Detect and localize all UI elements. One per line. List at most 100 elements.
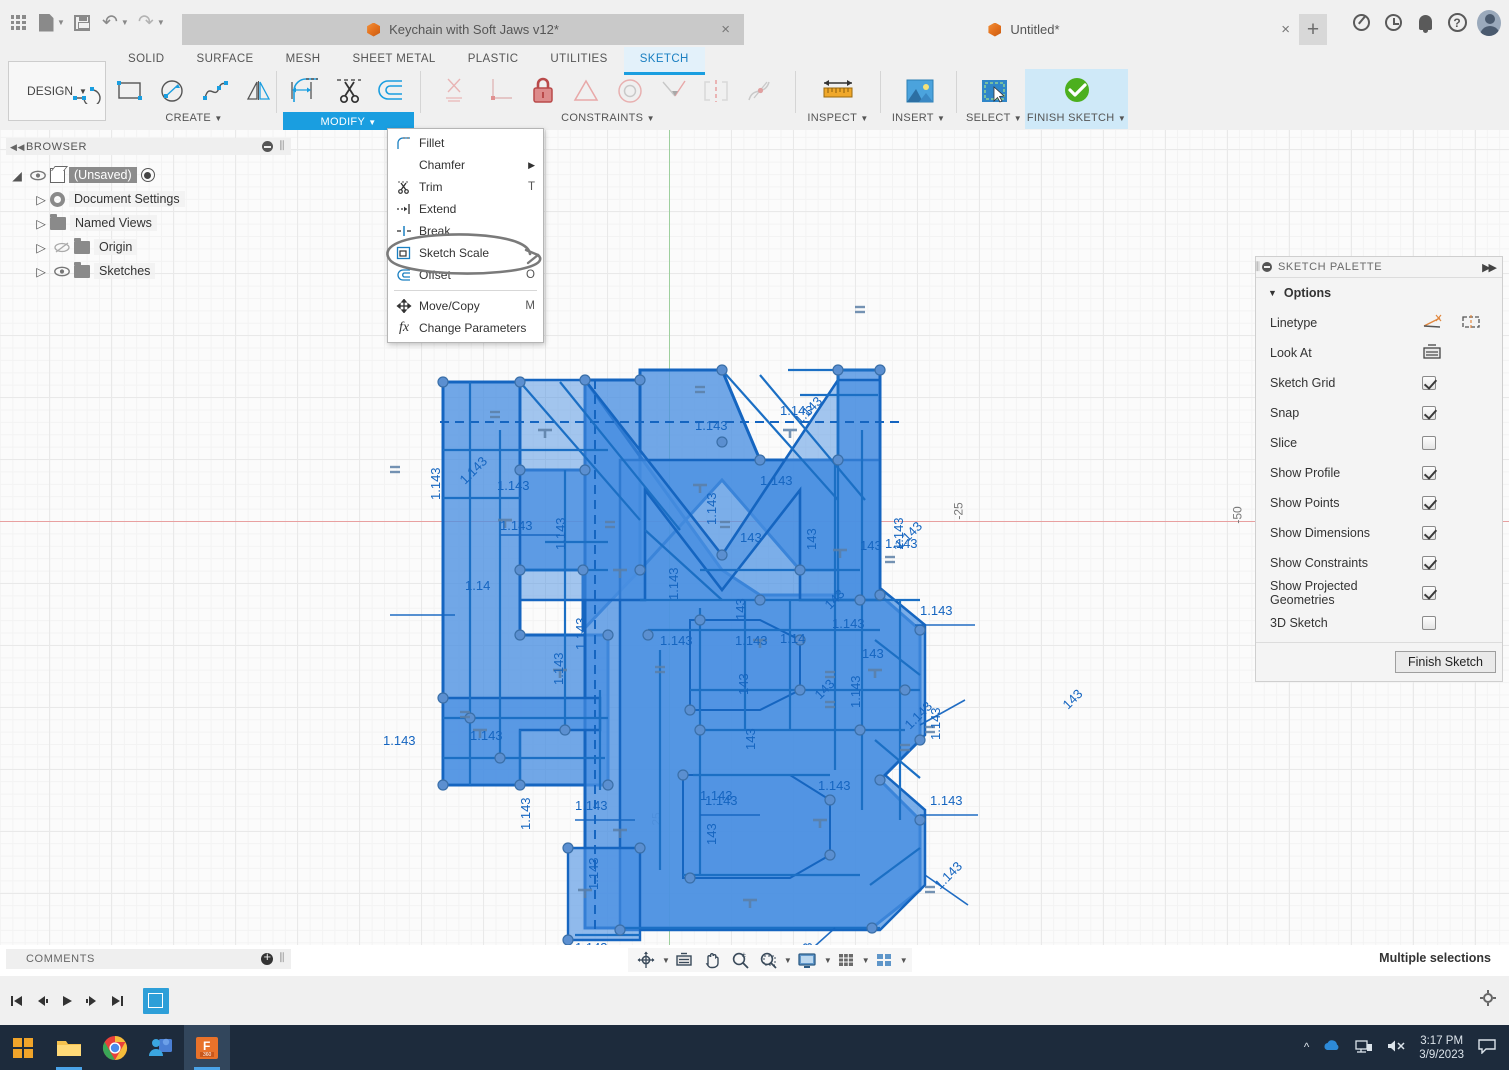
go-to-end-icon[interactable] (104, 986, 129, 1016)
menu-item-move-copy[interactable]: Move/Copy M (388, 295, 543, 317)
concentric-icon[interactable] (608, 69, 651, 113)
help-icon[interactable]: ? (1445, 11, 1469, 35)
ribbon-group-label-select[interactable]: SELECT ▼ (966, 112, 1022, 124)
viewports-caret-icon[interactable]: ▼ (900, 956, 908, 965)
activate-component-radio[interactable] (141, 168, 155, 182)
palette-expand-icon[interactable]: ▶▶ (1482, 261, 1495, 274)
spline-icon[interactable] (194, 69, 237, 113)
equal-icon[interactable] (565, 69, 608, 113)
expand-triangle-icon[interactable]: ▷ (32, 216, 50, 231)
look-at-icon[interactable] (670, 948, 698, 972)
ribbon-group-label-create[interactable]: CREATE ▼ (165, 112, 222, 124)
zoom-window-icon[interactable] (754, 948, 782, 972)
palette-grip-icon[interactable]: ⫼ (1255, 261, 1261, 274)
options-section-header[interactable]: ▼ Options (1256, 286, 1502, 308)
show-dimensions-checkbox[interactable] (1422, 526, 1436, 540)
sketch-grid-checkbox[interactable] (1422, 376, 1436, 390)
expand-triangle-icon[interactable]: ▷ (32, 240, 50, 255)
timeline-settings-gear-icon[interactable] (1479, 989, 1497, 1007)
document-tab-untitled[interactable]: Untitled* × (744, 14, 1304, 45)
zoom-window-caret-icon[interactable]: ▼ (784, 956, 792, 965)
notifications-bell-icon[interactable] (1413, 11, 1437, 35)
menu-item-trim[interactable]: Trim T (388, 176, 543, 198)
undo-icon[interactable]: ↶ (96, 8, 124, 38)
menu-item-chamfer[interactable]: Chamfer ▶ (388, 154, 543, 176)
ribbon-group-label-inspect[interactable]: INSPECT ▼ (807, 112, 868, 124)
slice-checkbox[interactable] (1422, 436, 1436, 450)
snap-checkbox[interactable] (1422, 406, 1436, 420)
offset-icon[interactable] (370, 69, 413, 113)
pan-hand-icon[interactable] (698, 948, 726, 972)
visibility-eye-off-icon[interactable] (50, 242, 74, 253)
redo-caret-icon[interactable]: ▼ (157, 18, 165, 27)
tree-node-sketches[interactable]: ▷ Sketches (8, 259, 288, 283)
grid-snap-caret-icon[interactable]: ▼ (862, 956, 870, 965)
expand-triangle-icon[interactable]: ◢ (8, 168, 26, 183)
undo-caret-icon[interactable]: ▼ (121, 18, 129, 27)
perpendicular-icon[interactable] (479, 69, 522, 113)
show-points-checkbox[interactable] (1422, 496, 1436, 510)
go-to-beginning-icon[interactable] (4, 986, 29, 1016)
mirror-icon[interactable] (237, 69, 280, 113)
rectangle-icon[interactable] (108, 69, 151, 113)
show-constraints-checkbox[interactable] (1422, 556, 1436, 570)
expand-triangle-icon[interactable]: ▷ (32, 192, 50, 207)
file-explorer-icon[interactable] (46, 1025, 92, 1070)
expand-triangle-icon[interactable]: ▷ (32, 264, 50, 279)
construction-line-icon[interactable] (1422, 314, 1444, 333)
visibility-eye-icon[interactable] (26, 170, 50, 181)
onedrive-icon[interactable] (1322, 1039, 1342, 1056)
grid-snap-icon[interactable] (832, 948, 860, 972)
green-check-icon[interactable] (1055, 69, 1098, 113)
close-icon[interactable]: × (721, 21, 730, 38)
collinear-icon[interactable] (651, 69, 694, 113)
fusion360-icon[interactable]: F 360 (184, 1025, 230, 1070)
circle-icon[interactable] (151, 69, 194, 113)
viewports-icon[interactable] (870, 948, 898, 972)
save-icon[interactable] (68, 8, 96, 38)
close-icon[interactable]: × (1281, 21, 1290, 38)
symmetry-icon[interactable] (694, 69, 737, 113)
menu-item-extend[interactable]: Extend (388, 198, 543, 220)
tree-node-unsaved[interactable]: ◢ (Unsaved) (8, 163, 288, 187)
teams-icon[interactable] (138, 1025, 184, 1070)
fillet-icon[interactable] (284, 69, 327, 113)
line-icon[interactable] (65, 69, 108, 113)
start-icon[interactable] (0, 1025, 46, 1070)
show-projected-geometries-checkbox[interactable] (1422, 586, 1436, 600)
sketch-feature-icon[interactable] (143, 988, 169, 1014)
menu-item-fillet[interactable]: Fillet (388, 132, 543, 154)
add-comment-icon[interactable] (261, 953, 273, 965)
recent-icon[interactable] (1381, 11, 1405, 35)
measure-ruler-icon[interactable] (817, 69, 860, 113)
new-document-caret-icon[interactable]: ▼ (57, 18, 65, 27)
comments-grip-icon[interactable]: ⫼ (279, 952, 285, 965)
job-status-icon[interactable] (1349, 11, 1373, 35)
tree-node-named-views[interactable]: ▷ Named Views (8, 211, 288, 235)
finish-sketch-button[interactable]: Finish Sketch (1395, 651, 1496, 673)
account-avatar[interactable] (1477, 11, 1501, 35)
select-cursor-icon[interactable] (973, 69, 1016, 113)
display-settings-caret-icon[interactable]: ▼ (824, 956, 832, 965)
app-grid-icon[interactable] (4, 8, 32, 38)
minimize-browser-icon[interactable] (262, 141, 273, 152)
notification-icon[interactable] (1477, 1038, 1497, 1057)
chrome-icon[interactable] (92, 1025, 138, 1070)
browser-grip-icon[interactable]: ⫼ (279, 140, 285, 153)
step-back-icon[interactable] (29, 986, 54, 1016)
3d-sketch-checkbox[interactable] (1422, 616, 1436, 630)
show-profile-checkbox[interactable] (1422, 466, 1436, 480)
taskbar-clock[interactable]: 3:17 PM 3/9/2023 (1419, 1034, 1464, 1062)
redo-icon[interactable]: ↷ (132, 8, 160, 38)
step-forward-icon[interactable] (79, 986, 104, 1016)
play-icon[interactable] (54, 986, 79, 1016)
menu-item-break[interactable]: Break (388, 220, 543, 242)
tree-node-document-settings[interactable]: ▷ Document Settings (8, 187, 288, 211)
menu-item-offset[interactable]: Offset O (388, 264, 543, 286)
trim-scissors-icon[interactable] (327, 69, 370, 113)
zoom-icon[interactable]: ± (726, 948, 754, 972)
ribbon-group-label-finish-sketch[interactable]: FINISH SKETCH ▼ (1027, 112, 1126, 124)
network-icon[interactable] (1355, 1039, 1373, 1056)
ribbon-group-finish-sketch[interactable]: FINISH SKETCH ▼ (1025, 69, 1128, 129)
collapse-browser-icon[interactable]: ◀◀ (10, 142, 25, 153)
